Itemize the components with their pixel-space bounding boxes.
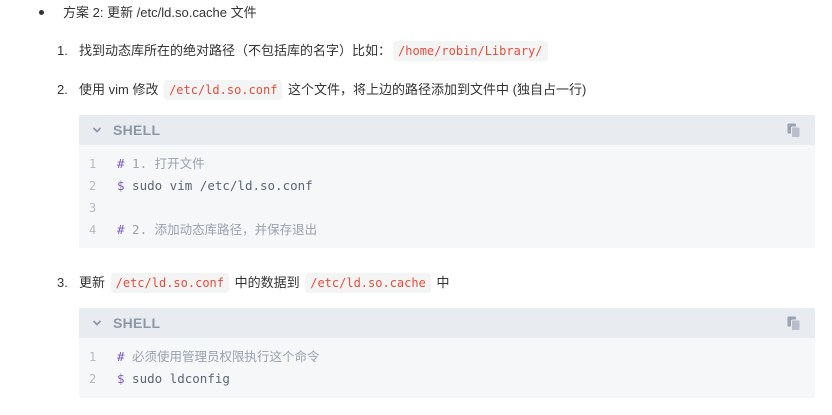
chevron-down-icon[interactable] (92, 125, 102, 135)
code-line: 1 # 必须使用管理员权限执行这个命令 (79, 346, 815, 368)
line-number: 2 (89, 179, 97, 193)
step-1-text: 找到动态库所在的绝对路径（不包括库的名字）比如：/home/robin/Libr… (79, 41, 550, 61)
inline-code: /etc/ld.so.conf (110, 273, 229, 293)
code-comment: 1. 打开文件 (124, 156, 205, 171)
code-command: sudo ldconfig (124, 371, 230, 386)
step-3-text: 更新 /etc/ld.so.conf 中的数据到 /etc/ld.so.cach… (79, 273, 449, 293)
step-number: 2. (57, 82, 68, 97)
step-text: 更新 (79, 275, 109, 290)
code-symbol: $ (117, 371, 125, 386)
copy-icon[interactable] (787, 123, 801, 138)
code-language-label: SHELL (113, 122, 161, 138)
bullet-text: 方案 2: 更新 /etc/ld.so.cache 文件 (63, 5, 257, 20)
inline-code: /etc/ld.so.cache (305, 273, 431, 293)
code-block-header: SHELL (79, 115, 815, 145)
bullet-dot (39, 10, 44, 15)
code-symbol: $ (117, 178, 125, 193)
code-line: 1 # 1. 打开文件 (79, 153, 815, 175)
code-language-label: SHELL (113, 315, 161, 331)
code-command: sudo vim /etc/ld.so.conf (124, 178, 313, 193)
copy-icon[interactable] (787, 316, 801, 331)
code-line: 2 $ sudo ldconfig (79, 368, 815, 390)
code-symbol: # (117, 349, 125, 364)
code-comment: 2. 添加动态库路径，并保存退出 (124, 222, 318, 237)
step-2-text: 使用 vim 修改 /etc/ld.so.conf 这个文件，将上边的路径添加到… (79, 80, 586, 100)
step-text: 使用 vim 修改 (79, 82, 163, 97)
code-block-header: SHELL (79, 308, 815, 338)
line-number: 1 (89, 350, 97, 364)
code-line: 4 # 2. 添加动态库路径，并保存退出 (79, 219, 815, 241)
code-line: 3 (79, 197, 815, 219)
step-text: 中的数据到 (231, 275, 304, 290)
step-text: 中 (432, 275, 450, 290)
step-number: 1. (57, 43, 68, 58)
step-text: 这个文件，将上边的路径添加到文件中 (独自占一行) (284, 82, 587, 97)
line-number: 2 (89, 372, 97, 386)
code-block: SHELL 1 # 1. 打开文件 2 $ sudo vim /etc/ld.s… (79, 115, 815, 248)
chevron-down-icon[interactable] (92, 318, 102, 328)
code-symbol: # (117, 222, 125, 237)
step-number: 3. (57, 275, 68, 290)
code-comment: 必须使用管理员权限执行这个命令 (124, 349, 320, 364)
code-line: 2 $ sudo vim /etc/ld.so.conf (79, 175, 815, 197)
step-text: 找到动态库所在的绝对路径（不包括库的名字）比如： (79, 43, 392, 58)
code-symbol: # (117, 156, 125, 171)
inline-code: /home/robin/Library/ (393, 41, 548, 61)
inline-code: /etc/ld.so.conf (164, 80, 283, 100)
code-block: SHELL 1 # 必须使用管理员权限执行这个命令 2 $ sudo ldcon… (79, 308, 815, 398)
line-number: 1 (89, 157, 97, 171)
line-number: 3 (89, 201, 97, 215)
line-number: 4 (89, 223, 97, 237)
